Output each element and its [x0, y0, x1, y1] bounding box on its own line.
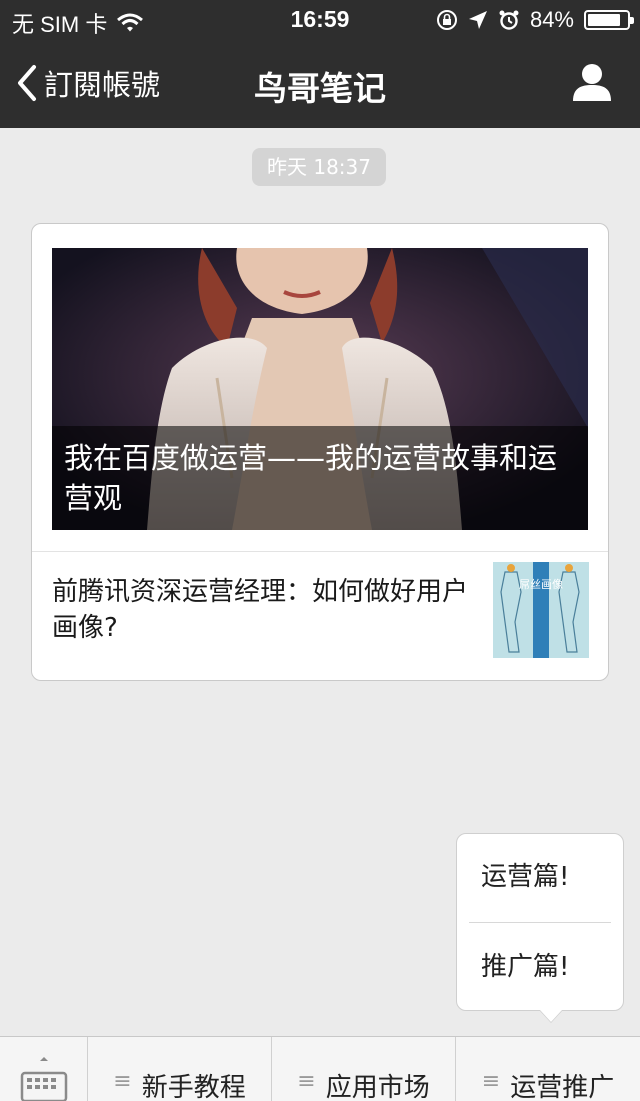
menu-button-label: 运营推广: [510, 1073, 615, 1101]
sub-article-item[interactable]: 前腾讯资深运营经理：如何做好用户画像? 屌丝画像: [32, 552, 608, 680]
menu-button-app-market[interactable]: ≡ 应用市场: [272, 1037, 456, 1101]
menu-lines-icon: ≡: [481, 1069, 501, 1094]
menu-bar: ≡ 新手教程 ≡ 应用市场 ≡ 运营推广: [0, 1036, 640, 1101]
battery-fill: [588, 14, 620, 26]
menu-button-label: 应用市场: [325, 1073, 430, 1101]
book-cover-image: 屌丝画像: [493, 562, 589, 658]
battery-nub: [630, 17, 634, 24]
alarm-icon: [498, 9, 520, 31]
rotation-lock-icon: [436, 9, 458, 31]
keyboard-icon: [20, 1053, 68, 1101]
popup-item-operations[interactable]: 运营篇!: [457, 834, 623, 920]
sub-article-thumbnail: 屌丝画像: [493, 562, 589, 658]
profile-icon[interactable]: [572, 62, 612, 106]
page-title: 鸟哥笔记: [254, 69, 386, 108]
menu-button-promotion[interactable]: ≡ 运营推广: [456, 1037, 640, 1101]
battery-percent: 84%: [529, 7, 574, 32]
article-title: 我在百度做运营——我的运营故事和运营观: [64, 441, 558, 515]
popup-item-promotion[interactable]: 推广篇!: [457, 924, 623, 1010]
article-card[interactable]: 我在百度做运营——我的运营故事和运营观 前腾讯资深运营经理：如何做好用户画像? …: [31, 223, 609, 681]
popup-arrow: [540, 1010, 562, 1022]
popup-menu: 运营篇! 推广篇!: [456, 833, 624, 1011]
cover-title-overlay: 我在百度做运营——我的运营故事和运营观: [52, 426, 588, 530]
message-timestamp: 昨天 18:37: [252, 148, 386, 186]
keyboard-toggle-button[interactable]: [0, 1037, 88, 1101]
menu-button-label: 新手教程: [141, 1073, 246, 1101]
menu-lines-icon: ≡: [113, 1069, 132, 1094]
battery-icon: [584, 10, 634, 30]
nav-bar: 訂閱帳號 鸟哥笔记: [0, 40, 640, 128]
status-right: 84%: [436, 7, 634, 33]
cover-image[interactable]: 我在百度做运营——我的运营故事和运营观: [52, 248, 588, 530]
thumb-text: 屌丝画像: [519, 578, 563, 591]
menu-button-tutorial[interactable]: ≡ 新手教程: [88, 1037, 272, 1101]
location-arrow-icon: [468, 10, 488, 30]
status-bar: 无 SIM 卡 16:59 84%: [0, 0, 640, 40]
sub-article-title: 前腾讯资深运营经理：如何做好用户画像?: [52, 577, 469, 643]
popup-separator: [469, 922, 611, 923]
menu-lines-icon: ≡: [297, 1069, 316, 1094]
